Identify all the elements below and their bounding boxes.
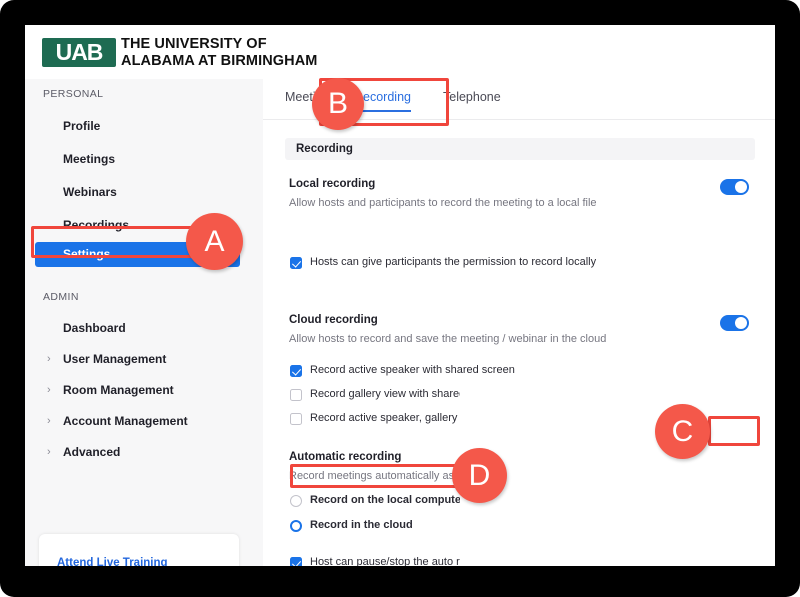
callout-b: B (312, 78, 364, 130)
attend-live-training-link[interactable]: Attend Live Training (57, 557, 168, 566)
sidebar-item-label: User Management (63, 352, 167, 366)
radio-record-in-the-cloud[interactable] (290, 520, 302, 532)
callout-a: A (186, 213, 243, 270)
sidebar-item-dashboard[interactable]: Dashboard (35, 317, 240, 339)
overlay-panel (460, 379, 775, 566)
local-recording-description: Allow hosts and participants to record t… (289, 197, 597, 209)
sidebar-item-webinars[interactable]: Webinars (35, 181, 240, 203)
uab-logo-text: UAB (55, 39, 104, 65)
radio-label: Record in the cloud (310, 519, 413, 531)
checkbox-label: Hosts can give participants the permissi… (310, 256, 597, 268)
cloud-recording-description: Allow hosts to record and save the meeti… (289, 333, 607, 345)
section-header-recording: Recording (285, 138, 755, 160)
sidebar-item-label: Account Management (63, 414, 188, 428)
sidebar-item-label: Webinars (63, 185, 117, 199)
highlight-box-automatic-toggle (708, 416, 760, 446)
sidebar-help-card: Attend Live Training Video Tutorials (39, 534, 239, 566)
chevron-right-icon: › (47, 353, 51, 365)
callout-d: D (452, 448, 507, 503)
toggle-knob (735, 317, 747, 329)
cloud-recording-title: Cloud recording (289, 314, 378, 326)
sidebar-item-label: Meetings (63, 152, 116, 166)
sidebar-item-meetings[interactable]: Meetings (35, 148, 240, 170)
sidebar: PERSONAL Profile Meetings Webinars Recor… (25, 79, 264, 566)
brand-header: UAB THE UNIVERSITY OF ALABAMA AT BIRMING… (25, 25, 775, 79)
radio-label: Record on the local computer (310, 494, 466, 506)
tab-telephone[interactable]: Telephone (443, 90, 501, 104)
sidebar-item-label: Room Management (63, 383, 174, 397)
uab-logo-mark: UAB (42, 38, 116, 67)
chevron-right-icon: › (47, 384, 51, 396)
sidebar-item-advanced[interactable]: › Advanced (35, 441, 240, 463)
sidebar-item-label: Profile (63, 119, 101, 133)
sidebar-section-admin-label: ADMIN (43, 291, 79, 303)
radio-record-on-local-computer[interactable] (290, 495, 302, 507)
checkbox-hosts-give-permission[interactable] (290, 257, 302, 269)
chevron-right-icon: › (47, 446, 51, 458)
university-name: THE UNIVERSITY OF ALABAMA AT BIRMINGHAM (121, 36, 318, 69)
sidebar-item-profile[interactable]: Profile (35, 115, 240, 137)
checkbox-record-gallery-view-shared-screen[interactable] (290, 389, 302, 401)
sidebar-section-personal-label: PERSONAL (43, 88, 104, 100)
sidebar-item-user-management[interactable]: › User Management (35, 348, 240, 370)
local-recording-title: Local recording (289, 178, 376, 190)
local-recording-toggle[interactable] (720, 179, 749, 195)
checkbox-record-separately[interactable] (290, 413, 302, 425)
screenshot-frame: UAB THE UNIVERSITY OF ALABAMA AT BIRMING… (0, 0, 800, 597)
sidebar-item-label: Advanced (63, 445, 121, 459)
callout-c: C (655, 404, 710, 459)
sidebar-item-label: Dashboard (63, 321, 126, 335)
automatic-recording-title: Automatic recording (289, 451, 402, 463)
chevron-right-icon: › (47, 415, 51, 427)
section-header-label: Recording (296, 143, 353, 155)
toggle-knob (735, 181, 747, 193)
sidebar-item-room-management[interactable]: › Room Management (35, 379, 240, 401)
checkbox-label: Record active speaker with shared screen (310, 364, 515, 376)
sidebar-item-account-management[interactable]: › Account Management (35, 410, 240, 432)
highlight-box-local-computer-radio (290, 464, 468, 488)
cloud-recording-toggle[interactable] (720, 315, 749, 331)
checkbox-record-active-speaker-shared-screen[interactable] (290, 365, 302, 377)
checkbox-host-pause-stop-auto-recording[interactable] (290, 557, 302, 566)
